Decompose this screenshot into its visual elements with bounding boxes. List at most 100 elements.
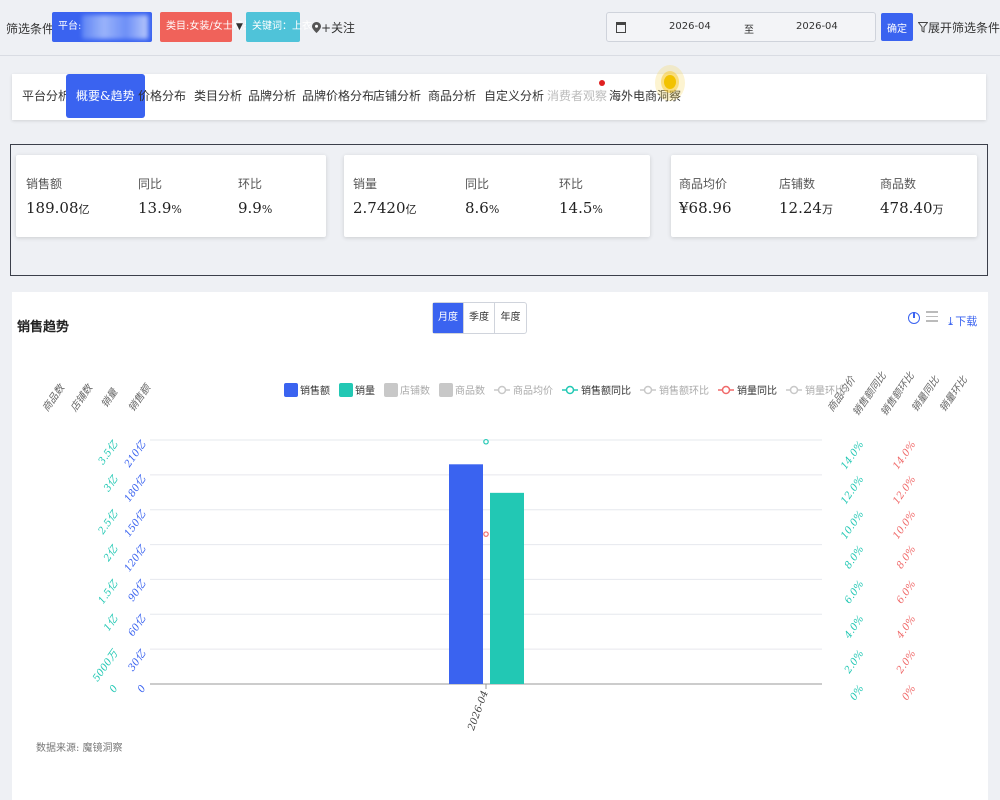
tab-consumer-insight[interactable]: 消费者观察 [547,74,607,118]
filter-label: 筛选条件: [6,22,59,36]
volume-label: 销量 [353,177,378,191]
sales-mom-label: 环比 [238,177,263,191]
tab-platform-analysis[interactable]: 平台分析 [22,74,70,118]
category-filter-tag[interactable]: 类目:女装/女士精品 [160,12,253,42]
tab-overview-trend[interactable]: 概要&趋势 [66,74,145,118]
volume-axis-tick-label: 2.5亿 [95,508,121,538]
date-range-picker[interactable]: 2026-04 至 2026-04 [606,12,876,42]
sales-label: 销售额 [26,177,63,191]
right-axis-name: 销量环比 [937,374,970,414]
legend-label-销售额: 销售额 [300,384,330,397]
volume-yoy-value: 8.6 [465,199,489,217]
point-volume-yoy [483,531,489,537]
volume-mom-metric: 环比 14.5% [559,175,603,217]
legend-label-销售额环比: 销售额环比 [659,384,709,397]
volume-yoy-unit: % [488,203,500,216]
legend-swatch [439,383,453,397]
avg-price-metric: 商品均价 ¥68.96 [679,175,732,217]
sales-yoy-unit: % [171,203,182,216]
keyword-filter-tag[interactable]: 关键词：上衣 [246,12,312,42]
sales-yoy-axis-tick-label: 6.0% [843,579,867,606]
legend-marker [497,385,507,395]
left-axis-name: 销量 [99,386,121,410]
avg-price-label: 商品均价 [679,177,728,191]
expand-filters-button[interactable]: 展开筛选条件 [917,19,1000,36]
legend-label-店铺数: 店铺数 [400,384,430,397]
sales-mom-metric: 环比 9.9% [238,175,272,217]
volume-yoy-axis-tick-label: 12.0% [891,474,918,506]
legend-label-销量同比: 销量同比 [737,384,777,397]
x-category-label: 2026-04 [466,689,491,733]
volume-yoy-axis-tick-label: 6.0% [895,579,919,606]
data-source-note: 数据来源: 魔镜洞察 [36,743,123,754]
volume-value: 2.7420 [353,199,406,217]
confirm-button[interactable]: 确定 [881,13,913,41]
platform-filter-tag[interactable]: 平台: [52,12,152,42]
follow-button[interactable]: +关注 [312,19,355,36]
volume-mom-label: 环比 [559,177,584,191]
date-start[interactable]: 2026-04 [669,21,711,32]
left-axis-name: 销售额 [126,381,154,414]
volume-axis-tick-label: 1.5亿 [96,577,121,606]
products-label: 商品数 [880,177,917,191]
legend-label-销量环比: 销量环比 [805,384,845,397]
sales-trend-chart: 05000万1亿1.5亿2亿2.5亿3亿3.5亿030亿60亿90亿120亿15… [40,370,970,733]
sales-card: 销售额 189.08亿 同比 13.9% 环比 9.9% [16,155,326,237]
filter-bar: 筛选条件: 平台: 类目:女装/女士精品 ▼ 关键词：上衣 +关注 2026-0… [0,0,1000,56]
sales-axis-tick-label: 0 [136,683,149,695]
legend-label-商品均价: 商品均价 [513,384,553,397]
sales-yoy-axis-tick-label: 0% [848,683,866,702]
tab-custom-analysis[interactable]: 自定义分析 [484,74,544,118]
sales-yoy-axis-tick-label: 4.0% [842,614,866,642]
tab-brand-analysis[interactable]: 品牌分析 [248,74,296,118]
shops-label: 店铺数 [779,177,816,191]
legend-marker [721,385,731,395]
shops-value: 12.24 [779,199,822,217]
tab-brand-price-distribution[interactable]: 品牌价格分布 [302,74,374,118]
summary-stats-panel: 销售额 189.08亿 同比 13.9% 环比 9.9% 销量 2.7420亿 … [10,144,988,276]
legend-marker [789,385,799,395]
legend-marker [565,385,575,395]
sales-yoy-label: 同比 [138,177,163,191]
sales-axis-tick-label: 180亿 [122,473,149,505]
volume-mom-value: 14.5 [559,199,593,217]
sales-yoy-value: 13.9 [138,199,172,217]
legend-swatch [284,383,298,397]
avg-price-value: ¥68.96 [679,199,732,217]
tab-price-distribution[interactable]: 价格分布 [138,74,186,118]
volume-yoy-axis-tick-label: 4.0% [894,614,918,642]
tab-category-analysis[interactable]: 类目分析 [194,74,242,118]
volume-axis-tick-label: 2亿 [101,543,121,565]
sales-axis-tick-label: 30亿 [126,647,149,673]
volume-yoy-axis-tick-label: 10.0% [891,509,918,541]
volume-yoy-axis-tick-label: 0% [900,683,918,702]
sales-axis-tick-label: 210亿 [121,438,149,470]
volume-axis-tick-label: 3.5亿 [96,438,121,467]
volume-axis-tick-label: 0 [108,683,121,695]
date-end[interactable]: 2026-04 [796,21,838,32]
sales-yoy-metric: 同比 13.9% [138,175,182,217]
tab-product-analysis[interactable]: 商品分析 [428,74,476,118]
filter-icon [917,22,929,33]
platform-tag-label: 平台: [58,21,82,32]
volume-card: 销量 2.7420亿 同比 8.6% 环比 14.5% [344,155,650,237]
tab-shop-analysis[interactable]: 店铺分析 [373,74,421,118]
product-card: 商品均价 ¥68.96 店铺数 12.24万 商品数 478.40万 [671,155,977,237]
sales-yoy-axis-tick-label: 12.0% [839,474,866,506]
shops-unit: 万 [821,203,833,216]
sales-metric: 销售额 189.08亿 [26,175,90,217]
pin-icon [312,22,321,33]
volume-yoy-axis-tick-label: 14.0% [891,439,918,471]
volume-axis-tick-label: 5000万 [91,647,121,684]
bar-volume [490,492,524,684]
volume-axis-tick-label: 3亿 [101,473,121,494]
analysis-tabs: 平台分析 概要&趋势 价格分布 类目分析 品牌分析 品牌价格分布 店铺分析 商品… [12,74,986,120]
expand-filters-label: 展开筛选条件 [928,21,1000,35]
sales-yoy-axis-tick-label: 8.0% [843,544,867,571]
volume-yoy-label: 同比 [465,177,490,191]
volume-yoy-metric: 同比 8.6% [465,175,499,217]
volume-mom-unit: % [592,203,603,216]
category-dropdown-caret-icon[interactable]: ▼ [236,22,243,32]
volume-metric: 销量 2.7420亿 [353,175,417,217]
volume-unit: 亿 [405,203,417,216]
